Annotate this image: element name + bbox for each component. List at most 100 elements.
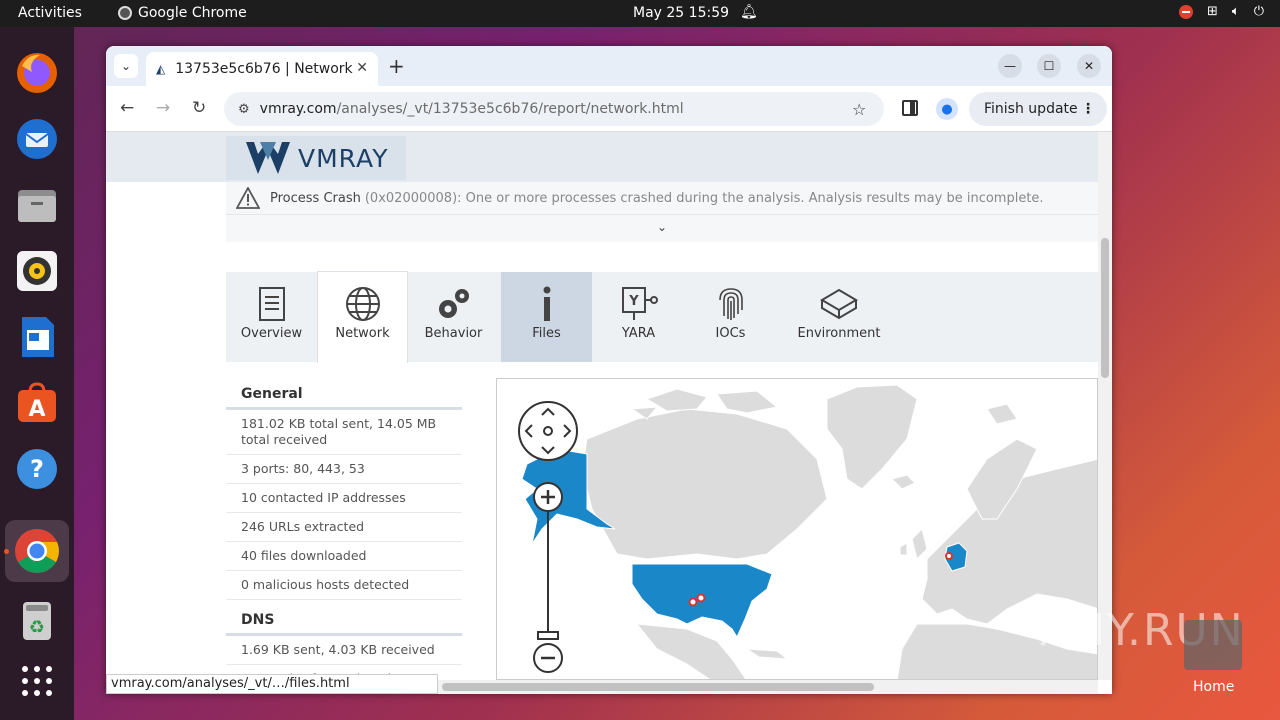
report-tabs: Overview Network Behavior Files Y YARA I… [226,271,1098,363]
pan-control [518,401,578,461]
vertical-scrollbar[interactable] [1098,132,1112,680]
svg-text:♻: ♻ [29,617,45,638]
tab-strip: ⌄ ◭ 13753e5c6b76 | Network ✕ + — ☐ ✕ [106,46,1112,86]
bell-icon: 🔔︎ [740,4,758,20]
list-item: 40 files downloaded [226,542,462,571]
help-icon[interactable]: ? [13,445,61,493]
world-map[interactable] [496,378,1098,680]
url-path: /analyses/_vt/13753e5c6b76/report/networ… [336,101,684,117]
maximize-button[interactable]: ☐ [1037,54,1061,78]
thunderbird-icon[interactable] [13,115,61,163]
tab-overview[interactable]: Overview [226,272,317,362]
url-host: vmray.com [259,101,337,117]
app-center-icon[interactable]: A [13,379,61,427]
network-summary: General 181.02 KB total sent, 14.05 MB t… [226,380,462,680]
finish-update-button[interactable]: Finish update ⋮ [969,92,1107,126]
clock[interactable]: May 25 15:59 [633,5,729,21]
tab-label: Environment [797,326,881,341]
tab-iocs[interactable]: IOCs [685,272,776,362]
address-bar[interactable]: ⚙ vmray.com/analyses/_vt/13753e5c6b76/re… [224,92,884,126]
canada [581,408,828,560]
chrome-window: ⌄ ◭ 13753e5c6b76 | Network ✕ + — ☐ ✕ ← →… [106,46,1112,694]
tab-label: Network [335,326,390,341]
map-marker [688,597,698,607]
link-status-bubble: vmray.com/analyses/_vt/…/files.html [106,674,438,694]
volume-icon: 🔈︎ [1231,4,1240,19]
list-item: 246 URLs extracted [226,513,462,542]
back-button[interactable]: ← [120,98,134,118]
dock: A ? ♻ [0,27,74,720]
tab-yara[interactable]: Y YARA [593,272,684,362]
profile-avatar[interactable]: ● [936,98,958,120]
fingerprint-icon [718,288,743,320]
svalbard [986,403,1018,425]
site-header: VMRAY [106,132,1098,182]
power-icon: ⏻ [1253,4,1264,19]
more-menu-icon[interactable]: ⋮ [1081,101,1095,117]
svg-text:?: ? [30,455,44,483]
scroll-thumb[interactable] [1101,238,1109,378]
chrome-icon[interactable] [13,527,61,575]
tab-network[interactable]: Network [317,271,408,363]
tab-search-button[interactable]: ⌄ [114,54,138,78]
vmray-favicon-icon: ◭ [156,62,166,76]
tab-label: Overview [240,326,303,341]
globe-icon [345,287,380,321]
warning-icon [236,187,260,209]
map-marker [945,552,953,560]
site-info-icon[interactable]: ⚙ [238,102,250,117]
horizontal-scrollbar[interactable] [438,680,1098,694]
info-icon [543,286,550,321]
list-item: 0 malicious hosts detected [226,571,462,600]
tab-label: Behavior [424,326,483,341]
files-icon[interactable] [13,181,61,229]
cuba [745,648,789,660]
tab-environment[interactable]: Environment [777,272,901,362]
page-content: VMRAY Process Crash (0x02000008): One or… [106,132,1098,680]
tab-label: IOCs [715,326,746,341]
side-panel-icon[interactable] [902,100,918,116]
tab-behavior[interactable]: Behavior [408,272,499,362]
crash-notice: Process Crash (0x02000008): One or more … [226,182,1098,214]
notice-text: (0x02000008): One or more processes cras… [364,190,1044,206]
document-icon [258,287,285,321]
bookmark-star-icon[interactable]: ☆ [852,100,866,119]
reload-button[interactable]: ↻ [192,98,206,118]
logo-text: VMRAY [298,143,389,173]
app-menu[interactable]: Google Chrome [118,5,247,21]
running-indicator [4,549,9,554]
list-item: 10 contacted IP addresses [226,484,462,513]
minimize-button[interactable]: — [998,54,1022,78]
system-tray[interactable]: ⊞ 🔈︎ ⏻ [1178,4,1264,19]
chrome-small-icon [118,6,132,20]
list-item: 181.02 KB total sent, 14.05 MB total rec… [226,410,462,455]
browser-toolbar: ← → ↻ ⚙ vmray.com/analyses/_vt/13753e5c6… [106,86,1112,132]
svg-text:A: A [28,397,45,422]
chevron-down-icon: ⌄ [656,220,668,234]
writer-icon[interactable] [13,313,61,361]
network-icon: ⊞ [1206,4,1218,19]
tab-files[interactable]: Files [501,272,592,362]
dns-title: DNS [226,606,462,636]
activities-button[interactable]: Activities [18,5,82,21]
new-tab-button[interactable]: + [388,54,405,78]
show-apps-icon[interactable] [13,657,61,705]
expand-toggle[interactable]: ⌄ [226,214,1098,242]
system-top-bar: Activities Google Chrome May 25 15:59 🔔︎… [0,0,1280,27]
tab-title: 13753e5c6b76 | Network [175,61,353,77]
vmray-logo[interactable]: VMRAY [226,136,406,180]
home-label: Home [1193,679,1235,695]
yara-icon: Y [621,287,658,320]
firefox-icon[interactable] [13,49,61,97]
list-item: 3 ports: 80, 443, 53 [226,455,462,484]
home-folder-icon[interactable] [1184,620,1242,670]
close-tab-icon[interactable]: ✕ [356,60,368,76]
trash-icon[interactable]: ♻ [13,597,61,645]
browser-tab[interactable]: ◭ 13753e5c6b76 | Network ✕ [146,52,378,86]
scroll-thumb[interactable] [442,683,874,691]
mexico [635,623,747,679]
recording-icon [1178,4,1193,19]
close-window-button[interactable]: ✕ [1077,54,1101,78]
rhythmbox-icon[interactable] [13,247,61,295]
forward-button[interactable]: → [156,98,170,118]
